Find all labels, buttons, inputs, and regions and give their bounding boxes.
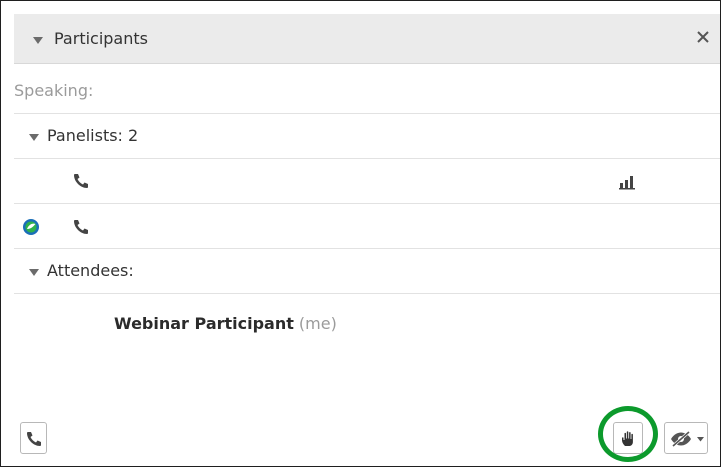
speaking-row: Speaking: [14, 69, 720, 114]
panelist-row[interactable] [14, 204, 720, 249]
phone-icon [27, 432, 41, 446]
chevron-down-icon[interactable] [697, 437, 704, 442]
expand-triangle-icon[interactable] [29, 269, 39, 276]
attendees-group-header[interactable]: Attendees: [14, 249, 720, 294]
close-icon[interactable] [692, 26, 714, 48]
attendee-list-item[interactable]: Webinar Participant (me) [114, 314, 337, 333]
hide-video-icon [671, 430, 691, 448]
participants-panel: Participants Speaking: Panelists: 2 Atte… [0, 0, 721, 467]
speaking-label: Speaking: [14, 81, 94, 100]
audio-button[interactable] [20, 422, 47, 454]
attendee-me-tag: (me) [298, 314, 337, 333]
panelists-label: Panelists: 2 [47, 126, 139, 145]
collapse-triangle-icon[interactable] [33, 37, 43, 44]
video-options-button[interactable] [664, 422, 708, 454]
attendee-name: Webinar Participant [114, 314, 294, 333]
raise-hand-button[interactable] [613, 422, 643, 454]
phone-icon [74, 220, 88, 234]
attendees-label: Attendees: [47, 261, 134, 280]
panelist-row[interactable] [14, 159, 720, 204]
signal-bars-icon [619, 176, 635, 190]
panelists-group-header[interactable]: Panelists: 2 [14, 114, 720, 159]
panel-header[interactable]: Participants [14, 14, 720, 64]
webex-app-icon [23, 219, 39, 235]
phone-icon [74, 174, 88, 188]
expand-triangle-icon[interactable] [29, 134, 39, 141]
panel-title: Participants [54, 29, 148, 48]
raise-hand-icon [622, 431, 633, 446]
